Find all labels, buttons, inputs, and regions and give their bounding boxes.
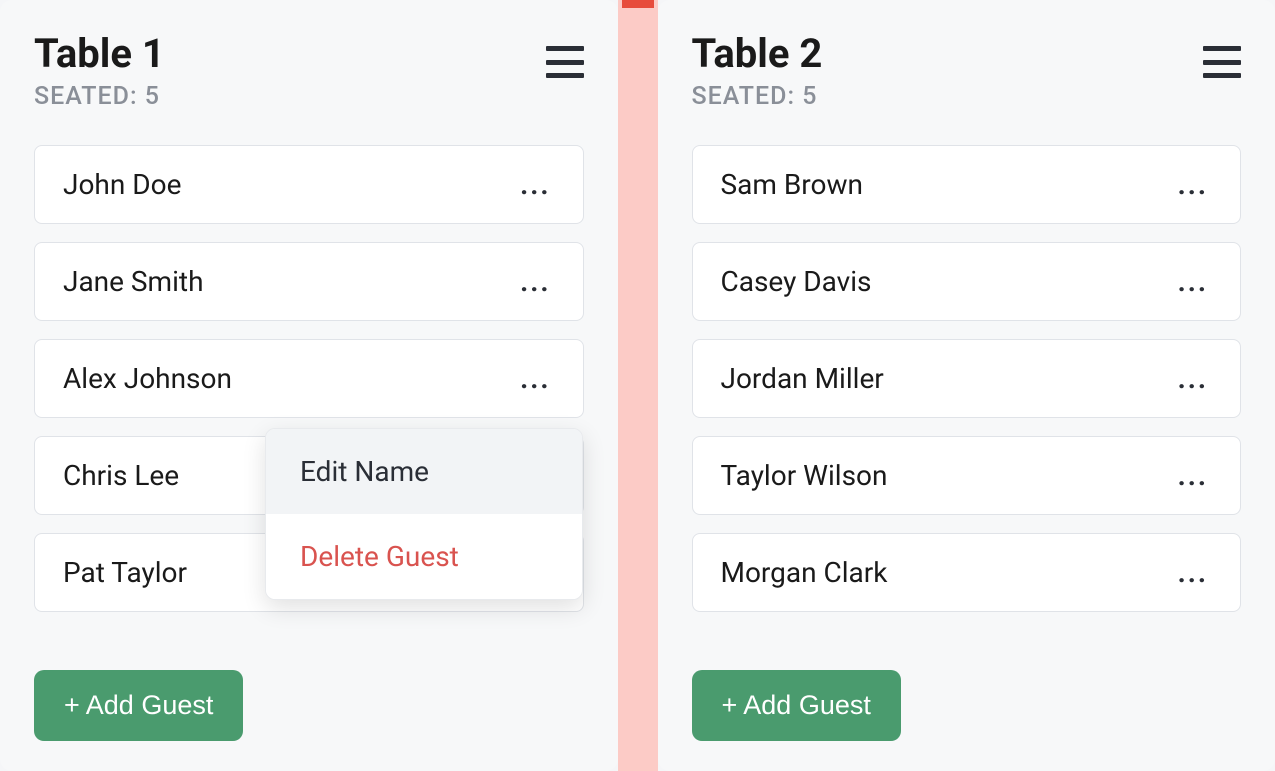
add-guest-button[interactable]: + Add Guest bbox=[34, 670, 243, 741]
guest-item[interactable]: Taylor Wilson ... bbox=[692, 436, 1242, 515]
guest-name: Pat Taylor bbox=[63, 556, 187, 589]
seated-count-label: SEATED: 5 bbox=[692, 82, 823, 111]
table-card-1: Table 1 SEATED: 5 John Doe ... Jane Smit… bbox=[0, 0, 618, 771]
table-title-group: Table 1 SEATED: 5 bbox=[34, 34, 165, 111]
more-options-icon[interactable]: ... bbox=[1174, 268, 1212, 296]
hamburger-menu-icon[interactable] bbox=[546, 46, 584, 78]
guest-item[interactable]: Morgan Clark ... bbox=[692, 533, 1242, 612]
guest-name: John Doe bbox=[63, 168, 181, 201]
more-options-icon[interactable]: ... bbox=[516, 365, 554, 393]
more-options-icon[interactable]: ... bbox=[516, 171, 554, 199]
guest-context-menu: Edit Name Delete Guest bbox=[265, 428, 583, 600]
guest-item[interactable]: Casey Davis ... bbox=[692, 242, 1242, 321]
guest-name: Jane Smith bbox=[63, 265, 204, 298]
guest-item[interactable]: John Doe ... bbox=[34, 145, 584, 224]
more-options-icon[interactable]: ... bbox=[1174, 365, 1212, 393]
table-divider bbox=[618, 0, 658, 771]
guest-name: Jordan Miller bbox=[721, 362, 884, 395]
guest-name: Alex Johnson bbox=[63, 362, 232, 395]
guest-item[interactable]: Jane Smith ... bbox=[34, 242, 584, 321]
edit-name-menu-item[interactable]: Edit Name bbox=[266, 429, 582, 514]
table-card-2: Table 2 SEATED: 5 Sam Brown ... Casey Da… bbox=[658, 0, 1275, 771]
guest-item[interactable]: Alex Johnson ... bbox=[34, 339, 584, 418]
guest-item[interactable]: Jordan Miller ... bbox=[692, 339, 1242, 418]
table-header: Table 1 SEATED: 5 bbox=[34, 34, 584, 111]
more-options-icon[interactable]: ... bbox=[1174, 171, 1212, 199]
guest-name: Casey Davis bbox=[721, 265, 872, 298]
add-guest-button[interactable]: + Add Guest bbox=[692, 670, 901, 741]
more-options-icon[interactable]: ... bbox=[1174, 462, 1212, 490]
guest-list: Sam Brown ... Casey Davis ... Jordan Mil… bbox=[692, 145, 1242, 640]
table-title-group: Table 2 SEATED: 5 bbox=[692, 34, 823, 111]
guest-name: Taylor Wilson bbox=[721, 459, 888, 492]
more-options-icon[interactable]: ... bbox=[516, 268, 554, 296]
table-title: Table 2 bbox=[692, 34, 823, 74]
guest-name: Morgan Clark bbox=[721, 556, 888, 589]
guest-name: Chris Lee bbox=[63, 459, 179, 492]
more-options-icon[interactable]: ... bbox=[1174, 559, 1212, 587]
hamburger-menu-icon[interactable] bbox=[1203, 46, 1241, 78]
guest-item[interactable]: Sam Brown ... bbox=[692, 145, 1242, 224]
guest-name: Sam Brown bbox=[721, 168, 864, 201]
table-title: Table 1 bbox=[34, 34, 165, 74]
delete-guest-menu-item[interactable]: Delete Guest bbox=[266, 514, 582, 599]
table-header: Table 2 SEATED: 5 bbox=[692, 34, 1242, 111]
seated-count-label: SEATED: 5 bbox=[34, 82, 165, 111]
tables-container: Table 1 SEATED: 5 John Doe ... Jane Smit… bbox=[0, 0, 1275, 771]
